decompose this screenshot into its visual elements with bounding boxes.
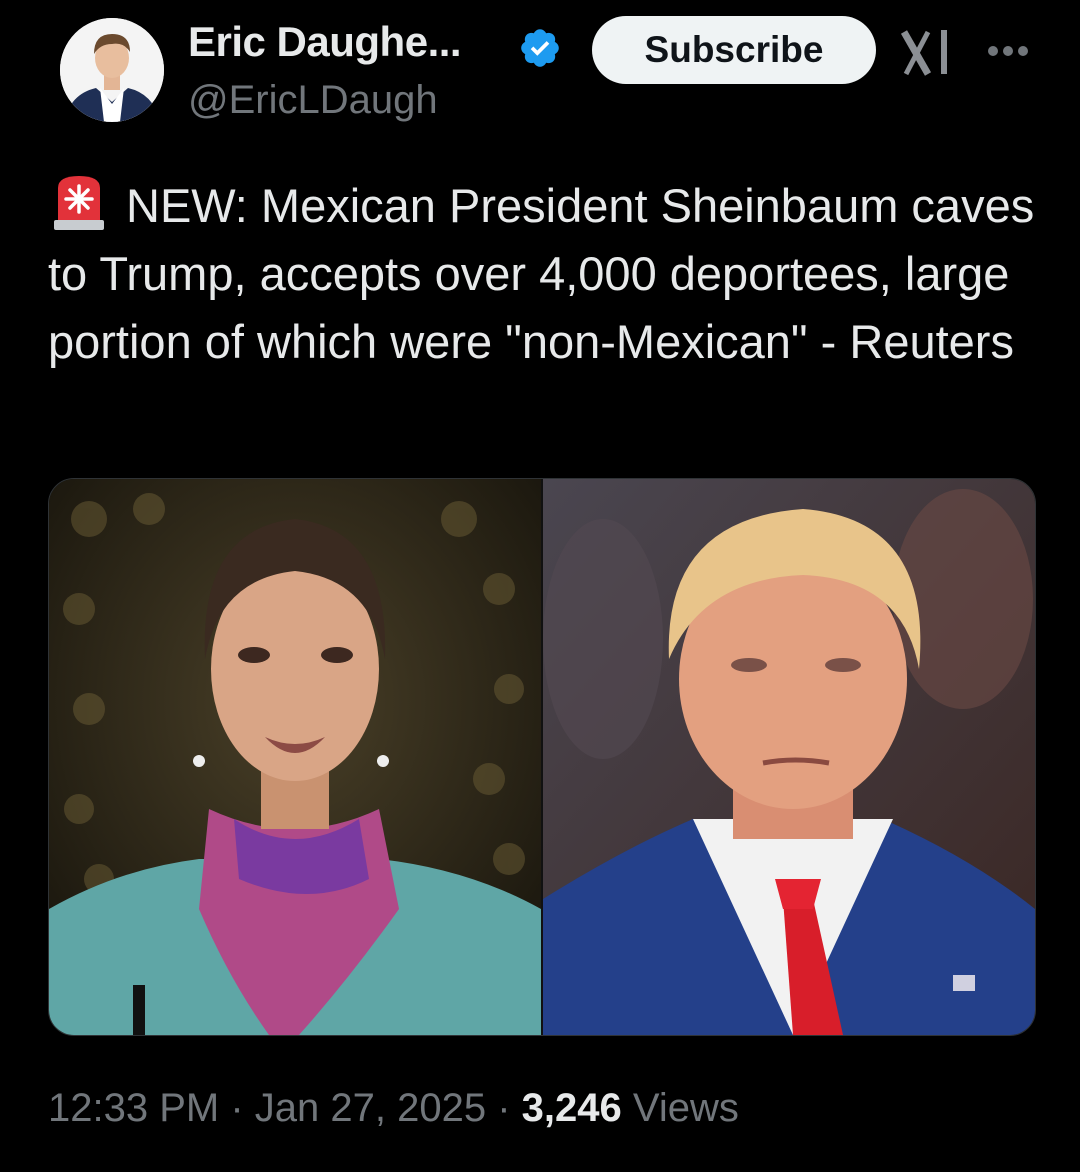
tweet-time[interactable]: 12:33 PM bbox=[48, 1086, 219, 1130]
avatar[interactable] bbox=[60, 18, 164, 122]
separator: · bbox=[219, 1086, 255, 1130]
photo-sheinbaum[interactable] bbox=[49, 479, 541, 1035]
more-icon[interactable] bbox=[986, 44, 1030, 58]
verified-badge-icon bbox=[521, 29, 559, 67]
author-handle[interactable]: @EricLDaugh bbox=[188, 78, 438, 123]
tweet-date[interactable]: Jan 27, 2025 bbox=[255, 1086, 486, 1130]
tweet-text: NEW: Mexican President Sheinbaum caves t… bbox=[48, 172, 1048, 376]
views-label: Views bbox=[632, 1086, 739, 1130]
grok-icon[interactable] bbox=[900, 28, 954, 78]
tweet-media[interactable] bbox=[48, 478, 1036, 1036]
subscribe-button[interactable]: Subscribe bbox=[592, 16, 876, 84]
police-light-icon bbox=[54, 176, 104, 230]
tweet-body: NEW: Mexican President Sheinbaum caves t… bbox=[48, 179, 1035, 368]
views-count: 3,246 bbox=[521, 1086, 622, 1130]
separator: · bbox=[486, 1086, 522, 1130]
tweet-metadata: 12:33 PM · Jan 27, 2025 · 3,246 Views bbox=[48, 1086, 739, 1131]
photo-trump[interactable] bbox=[543, 479, 1035, 1035]
author-display-name[interactable]: Eric Daughe... bbox=[188, 18, 462, 66]
